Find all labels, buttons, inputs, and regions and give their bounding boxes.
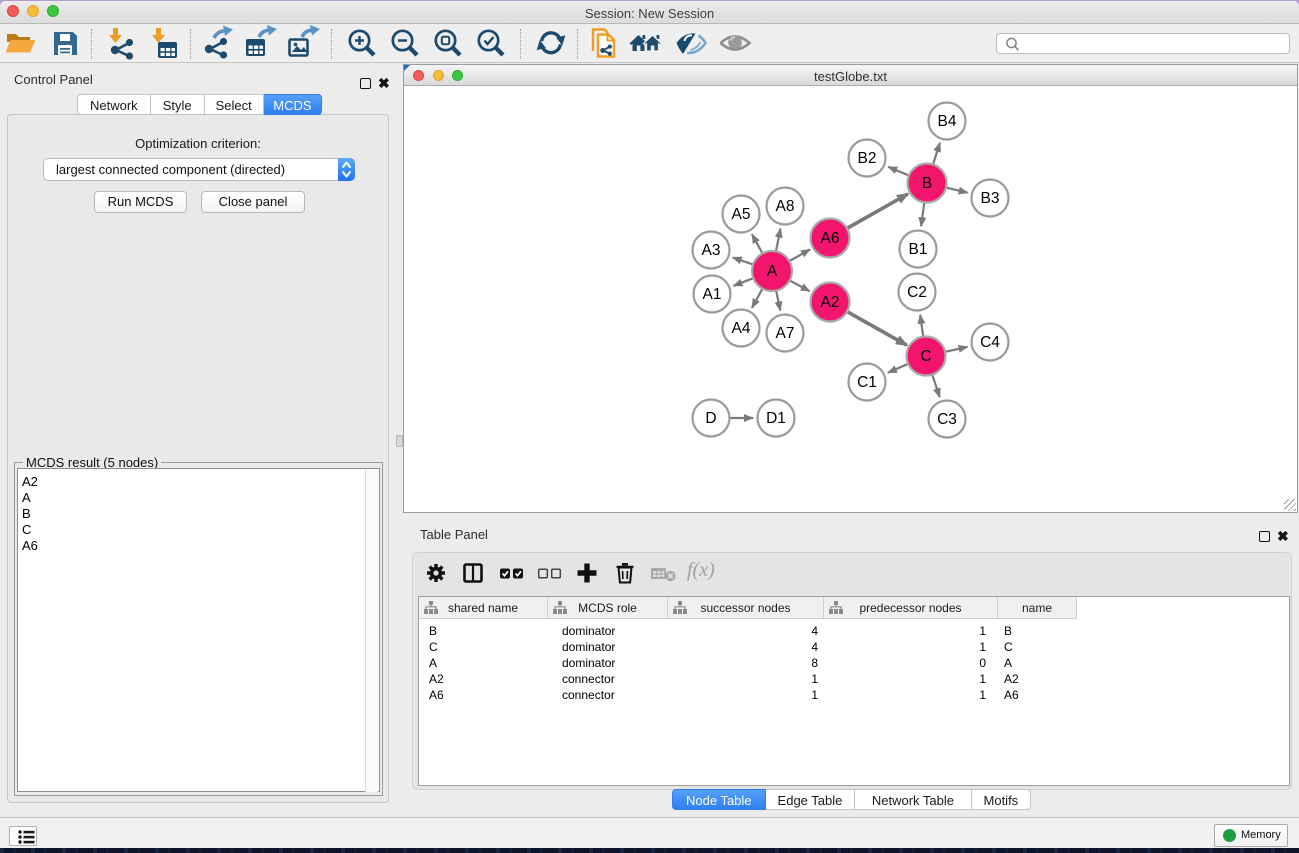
- svg-text:C2: C2: [907, 284, 927, 301]
- svg-text:C: C: [920, 348, 931, 365]
- svg-text:A4: A4: [732, 320, 751, 337]
- svg-text:B1: B1: [909, 241, 928, 258]
- svg-text:B4: B4: [938, 113, 957, 130]
- svg-text:C4: C4: [980, 334, 1000, 351]
- svg-text:B3: B3: [981, 190, 1000, 207]
- svg-text:A3: A3: [702, 242, 721, 259]
- svg-text:D1: D1: [766, 410, 786, 427]
- svg-text:B: B: [922, 175, 932, 192]
- svg-text:A: A: [767, 263, 778, 280]
- svg-text:B2: B2: [858, 150, 877, 167]
- svg-text:A8: A8: [776, 198, 795, 215]
- svg-text:C1: C1: [857, 374, 877, 391]
- svg-text:A1: A1: [703, 286, 722, 303]
- svg-text:A5: A5: [732, 206, 751, 223]
- svg-text:C3: C3: [937, 411, 957, 428]
- svg-text:D: D: [705, 410, 716, 427]
- svg-text:A6: A6: [821, 230, 840, 247]
- svg-text:A2: A2: [821, 294, 840, 311]
- svg-text:A7: A7: [776, 325, 795, 342]
